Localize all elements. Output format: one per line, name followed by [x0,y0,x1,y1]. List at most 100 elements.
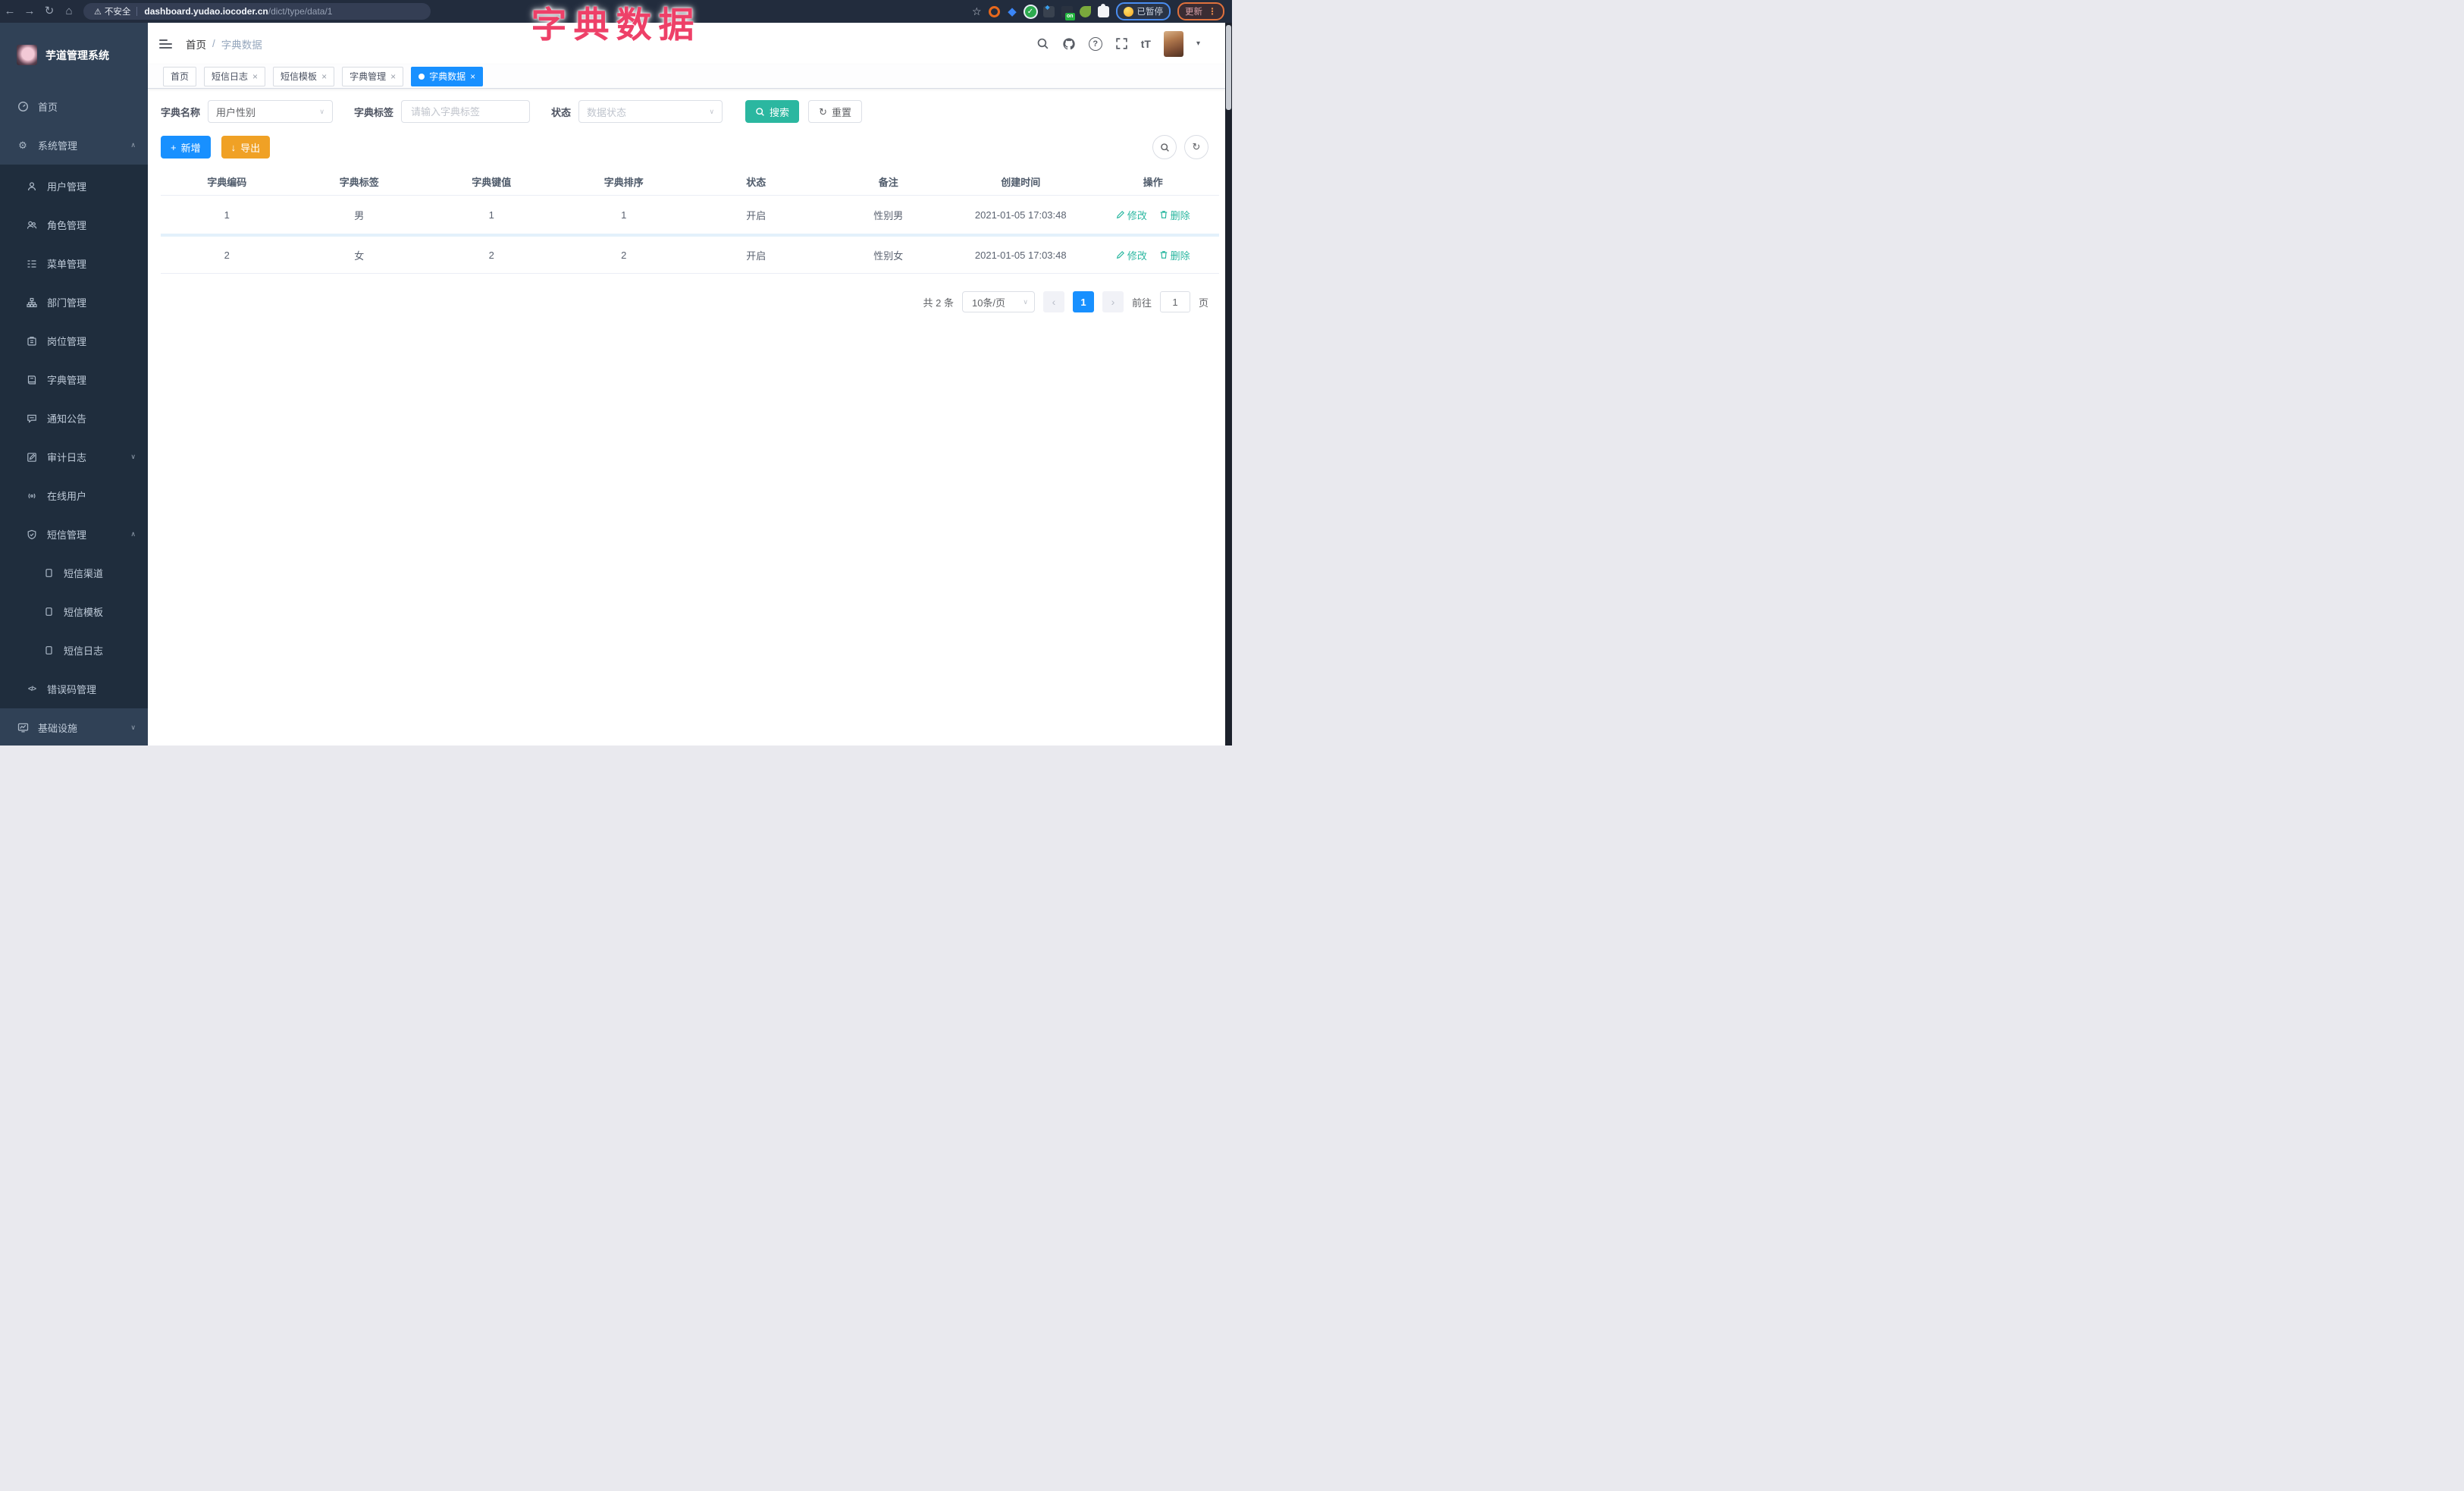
fullscreen-icon[interactable] [1115,37,1128,50]
current-page-button[interactable]: 1 [1072,291,1094,312]
sidebar-item-label: 审计日志 [47,452,87,463]
tab-dict-data[interactable]: 字典数据 × [411,66,484,86]
sidebar-item-dict-mgmt[interactable]: 字典管理 [0,360,148,399]
address-bar[interactable]: ⚠ 不安全 dashboard.yudao.iocoder.cn /dict/t… [83,3,431,20]
sidebar-item-sms-mgmt[interactable]: 短信管理 ∧ [0,515,148,554]
breadcrumb-current: 字典数据 [221,39,262,51]
sidebar-item-sms-log[interactable]: 短信日志 [0,631,148,670]
sidebar-item-audit-log[interactable]: 审计日志 ∨ [0,438,148,476]
user-avatar[interactable] [1163,30,1183,57]
cell-dict-sort: 1 [621,209,627,221]
close-icon[interactable]: × [470,71,475,82]
sidebar-item-system-mgmt[interactable]: ⚙ 系统管理 ∧ [0,126,148,165]
app-logo[interactable]: 芋道管理系统 [0,23,148,87]
github-icon[interactable] [1062,37,1076,51]
sidebar-item-sms-channel[interactable]: 短信渠道 [0,554,148,592]
sidebar-item-home[interactable]: 首页 [0,87,148,126]
browser-forward-icon[interactable]: → [20,0,39,23]
on-badge-extension-icon[interactable] [1061,5,1075,20]
col-dict-sort: 字典排序 [603,177,644,188]
sidebar-item-notice[interactable]: 通知公告 [0,399,148,438]
prev-page-button[interactable]: ‹ [1042,291,1064,312]
browser-back-icon[interactable]: ← [0,0,20,23]
browser-menu-dots-icon[interactable]: ⋮ [1208,6,1217,17]
search-icon[interactable] [1036,37,1049,50]
sidebar-item-user-mgmt[interactable]: 用户管理 [0,167,148,206]
puzzle-extensions-icon[interactable] [1097,3,1109,17]
sidebar-item-role-mgmt[interactable]: 角色管理 [0,206,148,244]
sidebar-item-label: 通知公告 [47,413,87,425]
page-size-select[interactable]: 10条/页 ∨ [961,291,1035,312]
tab-sms-log[interactable]: 短信日志 × [204,66,266,86]
chevron-up-icon: ∧ [130,141,136,149]
refresh-table-button[interactable]: ↻ [1184,135,1208,159]
dict-name-select[interactable]: 用户性别 ∨ [208,100,334,123]
security-label[interactable]: 不安全 [105,5,131,17]
sidebar-item-dept-mgmt[interactable]: 部门管理 [0,283,148,322]
dict-label-input[interactable] [409,105,522,118]
add-button[interactable]: + 新增 [161,136,211,159]
edit-log-icon [26,452,38,463]
screen: ← → ↻ ⌂ ⚠ 不安全 dashboard.yudao.iocoder.cn… [0,0,1232,746]
breadcrumb-home[interactable]: 首页 [186,36,206,52]
mobile-icon [42,568,55,578]
browser-home-icon[interactable]: ⌂ [59,0,79,23]
toggle-search-button[interactable] [1152,135,1177,159]
table-header-row: 字典编码 字典标签 字典键值 字典排序 状态 备注 创建时间 操作 [161,168,1219,196]
cell-dict-value: 2 [488,249,494,261]
col-dict-label: 字典标签 [339,177,379,188]
reset-button[interactable]: ↻ 重置 [808,100,862,123]
slider-extension-icon[interactable] [1042,4,1055,17]
sidebar-item-menu-mgmt[interactable]: 菜单管理 [0,244,148,283]
paused-extension-badge[interactable]: 已暂停 [1115,2,1171,20]
tab-home[interactable]: 首页 [163,66,197,86]
sidebar-item-label: 部门管理 [47,297,87,309]
edit-link[interactable]: 修改 [1116,208,1147,222]
status-select[interactable]: 数据状态 ∨ [578,100,723,123]
sidebar-item-label: 首页 [38,102,58,113]
next-page-button[interactable]: › [1102,291,1124,312]
bookmark-star-icon[interactable]: ☆ [972,5,982,18]
tab-dict-mgmt[interactable]: 字典管理 × [342,66,404,86]
sidebar-item-error-code-mgmt[interactable]: </> 错误码管理 [0,670,148,708]
edit-link[interactable]: 修改 [1116,248,1147,262]
goto-page-input[interactable] [1159,291,1190,312]
delete-link[interactable]: 删除 [1159,248,1190,262]
search-button[interactable]: 搜索 [745,100,800,123]
code-icon: </> [27,685,36,692]
sidebar-item-infrastructure[interactable]: 基础设施 ∨ [0,708,148,746]
close-icon[interactable]: × [390,71,396,82]
sidebar-item-post-mgmt[interactable]: 岗位管理 [0,322,148,360]
delete-link-label: 删除 [1170,250,1190,262]
export-button-label: 导出 [240,142,261,154]
browser-update-badge[interactable]: 更新 ⋮ [1177,2,1224,20]
cell-remark: 性别男 [873,209,904,221]
close-icon[interactable]: × [321,71,327,82]
delete-link[interactable]: 删除 [1159,208,1190,222]
green-check-extension-icon[interactable]: ✓ [1024,5,1036,17]
cell-dict-label: 女 [354,250,365,262]
close-icon[interactable]: × [252,71,258,82]
browser-reload-icon[interactable]: ↻ [39,0,59,23]
scrollbar-thumb[interactable] [1226,25,1231,110]
font-size-icon[interactable]: tT [1141,38,1151,50]
sidebar-item-online-users[interactable]: 在线用户 [0,476,148,515]
mobile-icon [42,645,55,655]
tab-sms-template[interactable]: 短信模板 × [273,66,335,86]
orange-ring-extension-icon[interactable] [988,5,1000,17]
avatar-caret-down-icon[interactable]: ▾ [1196,39,1200,48]
cell-created: 2021-01-05 17:03:48 [974,209,1067,221]
export-button[interactable]: ↓ 导出 [221,136,271,159]
content-area: 首页 / 字典数据 ? tT ▾ 首页 短信日志 × 短信模板 × 字典管理 ×… [148,23,1232,746]
address-divider [136,7,138,16]
refresh-icon: ↻ [819,105,827,118]
page-scrollbar[interactable] [1225,23,1232,746]
help-icon[interactable]: ? [1088,36,1102,51]
leaf-extension-icon[interactable] [1079,5,1091,17]
shield-check-icon [26,529,38,540]
sidebar-collapse-icon[interactable] [159,39,172,49]
blue-gem-extension-icon[interactable]: ◆ [1007,6,1018,17]
sidebar-item-sms-template[interactable]: 短信模板 [0,592,148,631]
pencil-icon [1116,211,1124,219]
download-icon: ↓ [230,141,237,153]
